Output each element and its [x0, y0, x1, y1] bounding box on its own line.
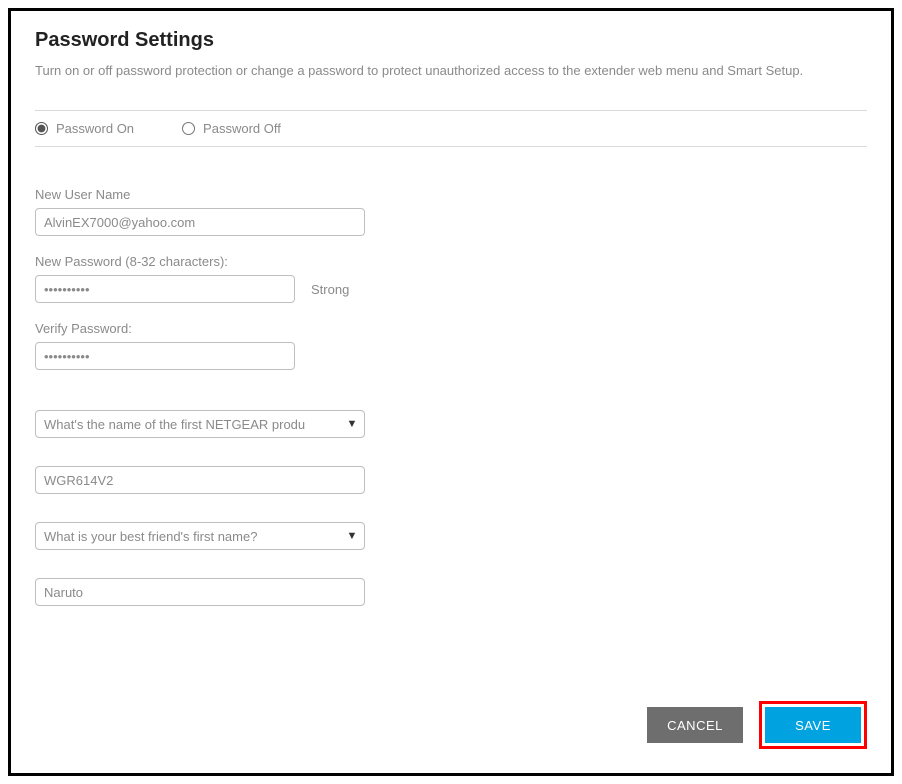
- answer1-input[interactable]: [35, 466, 365, 494]
- new-password-label: New Password (8-32 characters):: [35, 254, 867, 269]
- radio-off-label: Password Off: [203, 121, 281, 136]
- credentials-block: New User Name New Password (8-32 charact…: [35, 187, 867, 370]
- answer2-group: [35, 578, 867, 606]
- page-title: Password Settings: [35, 29, 867, 52]
- radio-password-on-input[interactable]: [35, 122, 48, 135]
- username-label: New User Name: [35, 187, 867, 202]
- cancel-button[interactable]: CANCEL: [647, 707, 743, 743]
- username-input[interactable]: [35, 208, 365, 236]
- save-highlight-box: SAVE: [759, 701, 867, 749]
- question1-select[interactable]: What's the name of the first NETGEAR pro…: [35, 410, 365, 438]
- new-password-group: New Password (8-32 characters): Strong: [35, 254, 867, 303]
- save-button[interactable]: SAVE: [765, 707, 861, 743]
- password-strength: Strong: [311, 282, 349, 297]
- verify-password-group: Verify Password:: [35, 321, 867, 370]
- radio-on-label: Password On: [56, 121, 134, 136]
- verify-password-input[interactable]: [35, 342, 295, 370]
- answer1-group: [35, 466, 867, 494]
- username-group: New User Name: [35, 187, 867, 236]
- question2-select[interactable]: What is your best friend's first name?: [35, 522, 365, 550]
- question2-group: What is your best friend's first name? ▼: [35, 522, 867, 550]
- divider-bottom: [35, 146, 867, 147]
- password-toggle-row: Password On Password Off: [35, 111, 867, 146]
- question1-group: What's the name of the first NETGEAR pro…: [35, 410, 867, 438]
- security-questions-block: What's the name of the first NETGEAR pro…: [35, 410, 867, 606]
- radio-password-off[interactable]: Password Off: [182, 121, 281, 136]
- new-password-input[interactable]: [35, 275, 295, 303]
- answer2-input[interactable]: [35, 578, 365, 606]
- page-description: Turn on or off password protection or ch…: [35, 62, 867, 80]
- radio-password-off-input[interactable]: [182, 122, 195, 135]
- radio-password-on[interactable]: Password On: [35, 121, 134, 136]
- verify-password-label: Verify Password:: [35, 321, 867, 336]
- settings-panel: Password Settings Turn on or off passwor…: [8, 8, 894, 776]
- action-buttons: CANCEL SAVE: [647, 701, 867, 749]
